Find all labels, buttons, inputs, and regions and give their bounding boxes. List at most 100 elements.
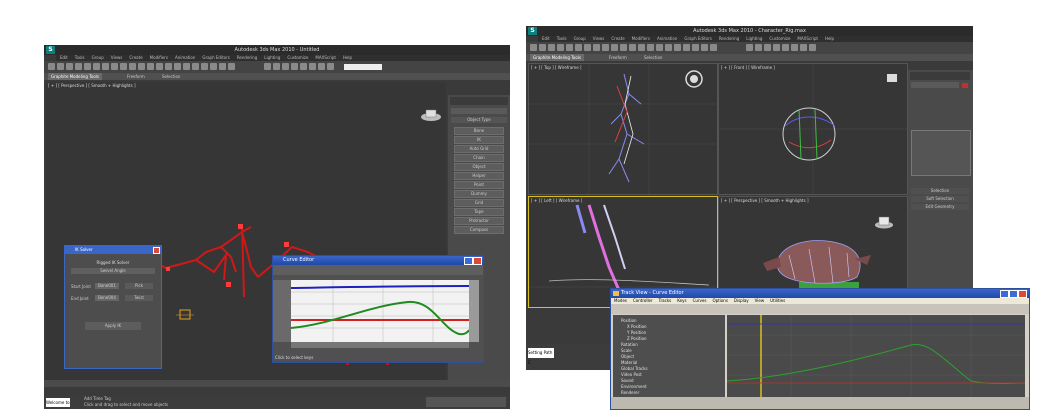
cmd-modifier-list[interactable] [911, 82, 959, 88]
tab-freeform[interactable]: Freeform [124, 73, 148, 80]
ik-field1-input[interactable]: Bone001 [95, 283, 119, 289]
toolbar-tool-icon[interactable] [192, 63, 199, 70]
tab-graphite[interactable]: Graphite Modeling Tools [530, 54, 585, 61]
curve-editor-graph[interactable] [273, 256, 483, 362]
toolbar-tool-icon[interactable] [584, 44, 591, 51]
toolbar-tool-icon[interactable] [611, 44, 618, 51]
toolbar-tool-icon[interactable] [291, 63, 298, 70]
cmd-panel-button[interactable]: Bone [454, 127, 504, 135]
toolbar-tool-icon[interactable] [746, 44, 753, 51]
toolbar-tool-icon[interactable] [791, 44, 798, 51]
cmd-rollout-edit[interactable]: Edit Geometry [911, 204, 969, 210]
front-viewport[interactable]: [ + ] [ Front ] [ Wireframe ] [718, 63, 908, 195]
ik-twist-button[interactable]: Twist [125, 295, 153, 301]
toolbar-tool-icon[interactable] [282, 63, 289, 70]
cmd-panel-button[interactable]: Object [454, 163, 504, 171]
toolbar-tool-icon[interactable] [629, 44, 636, 51]
cmd-red-swatch[interactable] [962, 83, 968, 88]
top-viewport[interactable]: [ + ] [ Top ] [ Wireframe ] [528, 63, 718, 195]
cmd-panel-button[interactable]: Auto Grid [454, 145, 504, 153]
toolbar-tool-icon[interactable] [530, 44, 537, 51]
left-selection-set-field[interactable] [344, 64, 382, 70]
cmd-panel-button[interactable]: Compass [454, 226, 504, 234]
cmd-rollout-selection[interactable]: Selection [911, 188, 969, 194]
toolbar-tool-icon[interactable] [273, 63, 280, 70]
toolbar-tool-icon[interactable] [620, 44, 627, 51]
toolbar-tool-icon[interactable] [692, 44, 699, 51]
cmd-rollout-soft[interactable]: Soft Selection [911, 196, 969, 202]
toolbar-tool-icon[interactable] [602, 44, 609, 51]
toolbar-tool-icon[interactable] [566, 44, 573, 51]
ik-apply-button[interactable]: Apply IK [85, 322, 141, 330]
playback-controls[interactable] [426, 397, 506, 407]
toolbar-tool-icon[interactable] [701, 44, 708, 51]
toolbar-tool-icon[interactable] [174, 63, 181, 70]
cmd-panel-button[interactable]: Protractor [454, 217, 504, 225]
cmd-panel-button[interactable]: Helper [454, 172, 504, 180]
toolbar-tool-icon[interactable] [111, 63, 118, 70]
toolbar-tool-icon[interactable] [557, 44, 564, 51]
tab-selection[interactable]: Selection [159, 73, 183, 80]
cmd-panel-button[interactable]: Chain [454, 154, 504, 162]
toolbar-tool-icon[interactable] [539, 44, 546, 51]
toolbar-tool-icon[interactable] [674, 44, 681, 51]
cmd-panel-button[interactable]: IK [454, 136, 504, 144]
toolbar-tool-icon[interactable] [782, 44, 789, 51]
cmd-modifier-stack[interactable] [911, 130, 971, 176]
toolbar-tool-icon[interactable] [264, 63, 271, 70]
toolbar-tool-icon[interactable] [764, 44, 771, 51]
toolbar-tool-icon[interactable] [228, 63, 235, 70]
tab-freeform[interactable]: Freeform [606, 54, 630, 61]
toolbar-tool-icon[interactable] [800, 44, 807, 51]
toolbar-tool-icon[interactable] [84, 63, 91, 70]
toolbar-tool-icon[interactable] [57, 63, 64, 70]
toolbar-tool-icon[interactable] [138, 63, 145, 70]
toolbar-tool-icon[interactable] [75, 63, 82, 70]
toolbar-tool-icon[interactable] [129, 63, 136, 70]
ik-pick-button[interactable]: Pick [125, 283, 153, 289]
toolbar-tool-icon[interactable] [593, 44, 600, 51]
left-add-time-tag[interactable]: Add Time Tag [84, 396, 111, 401]
toolbar-tool-icon[interactable] [156, 63, 163, 70]
toolbar-tool-icon[interactable] [710, 44, 717, 51]
toolbar-tool-icon[interactable] [147, 63, 154, 70]
toolbar-tool-icon[interactable] [120, 63, 127, 70]
toolbar-tool-icon[interactable] [683, 44, 690, 51]
toolbar-tool-icon[interactable] [210, 63, 217, 70]
toolbar-tool-icon[interactable] [773, 44, 780, 51]
toolbar-tool-icon[interactable] [66, 63, 73, 70]
cmd-rollout-title[interactable]: Object Type [451, 117, 507, 123]
toolbar-tool-icon[interactable] [638, 44, 645, 51]
tab-graphite[interactable]: Graphite Modeling Tools [48, 73, 103, 80]
toolbar-tool-icon[interactable] [93, 63, 100, 70]
toolbar-tool-icon[interactable] [665, 44, 672, 51]
toolbar-tool-icon[interactable] [755, 44, 762, 51]
cmd-panel-button[interactable]: Point [454, 181, 504, 189]
cmd-panel-button[interactable]: Tape [454, 208, 504, 216]
cmd-panel-button[interactable]: Grid [454, 199, 504, 207]
toolbar-tool-icon[interactable] [647, 44, 654, 51]
toolbar-tool-icon[interactable] [318, 63, 325, 70]
toolbar-tool-icon[interactable] [219, 63, 226, 70]
toolbar-tool-icon[interactable] [48, 63, 55, 70]
ik-field2-input[interactable]: Bone004 [95, 295, 119, 301]
toolbar-tool-icon[interactable] [656, 44, 663, 51]
cmd-panel-button[interactable]: Dummy [454, 190, 504, 198]
toolbar-tool-icon[interactable] [102, 63, 109, 70]
toolbar-tool-icon[interactable] [548, 44, 555, 51]
ik-close-button[interactable] [153, 247, 160, 254]
toolbar-tool-icon[interactable] [165, 63, 172, 70]
track-view-curve-graph[interactable] [611, 289, 1029, 409]
cmd-dropdown[interactable] [451, 108, 507, 114]
ik-swivel-row[interactable]: Swivel Angle [71, 268, 155, 274]
left-timeline-slider[interactable] [44, 380, 510, 387]
app-logo-icon[interactable]: S [528, 27, 537, 35]
toolbar-tool-icon[interactable] [183, 63, 190, 70]
toolbar-tool-icon[interactable] [327, 63, 334, 70]
toolbar-tool-icon[interactable] [575, 44, 582, 51]
toolbar-tool-icon[interactable] [201, 63, 208, 70]
toolbar-tool-icon[interactable] [300, 63, 307, 70]
app-logo-icon[interactable]: S [46, 46, 55, 54]
tab-selection[interactable]: Selection [641, 54, 665, 61]
toolbar-tool-icon[interactable] [809, 44, 816, 51]
